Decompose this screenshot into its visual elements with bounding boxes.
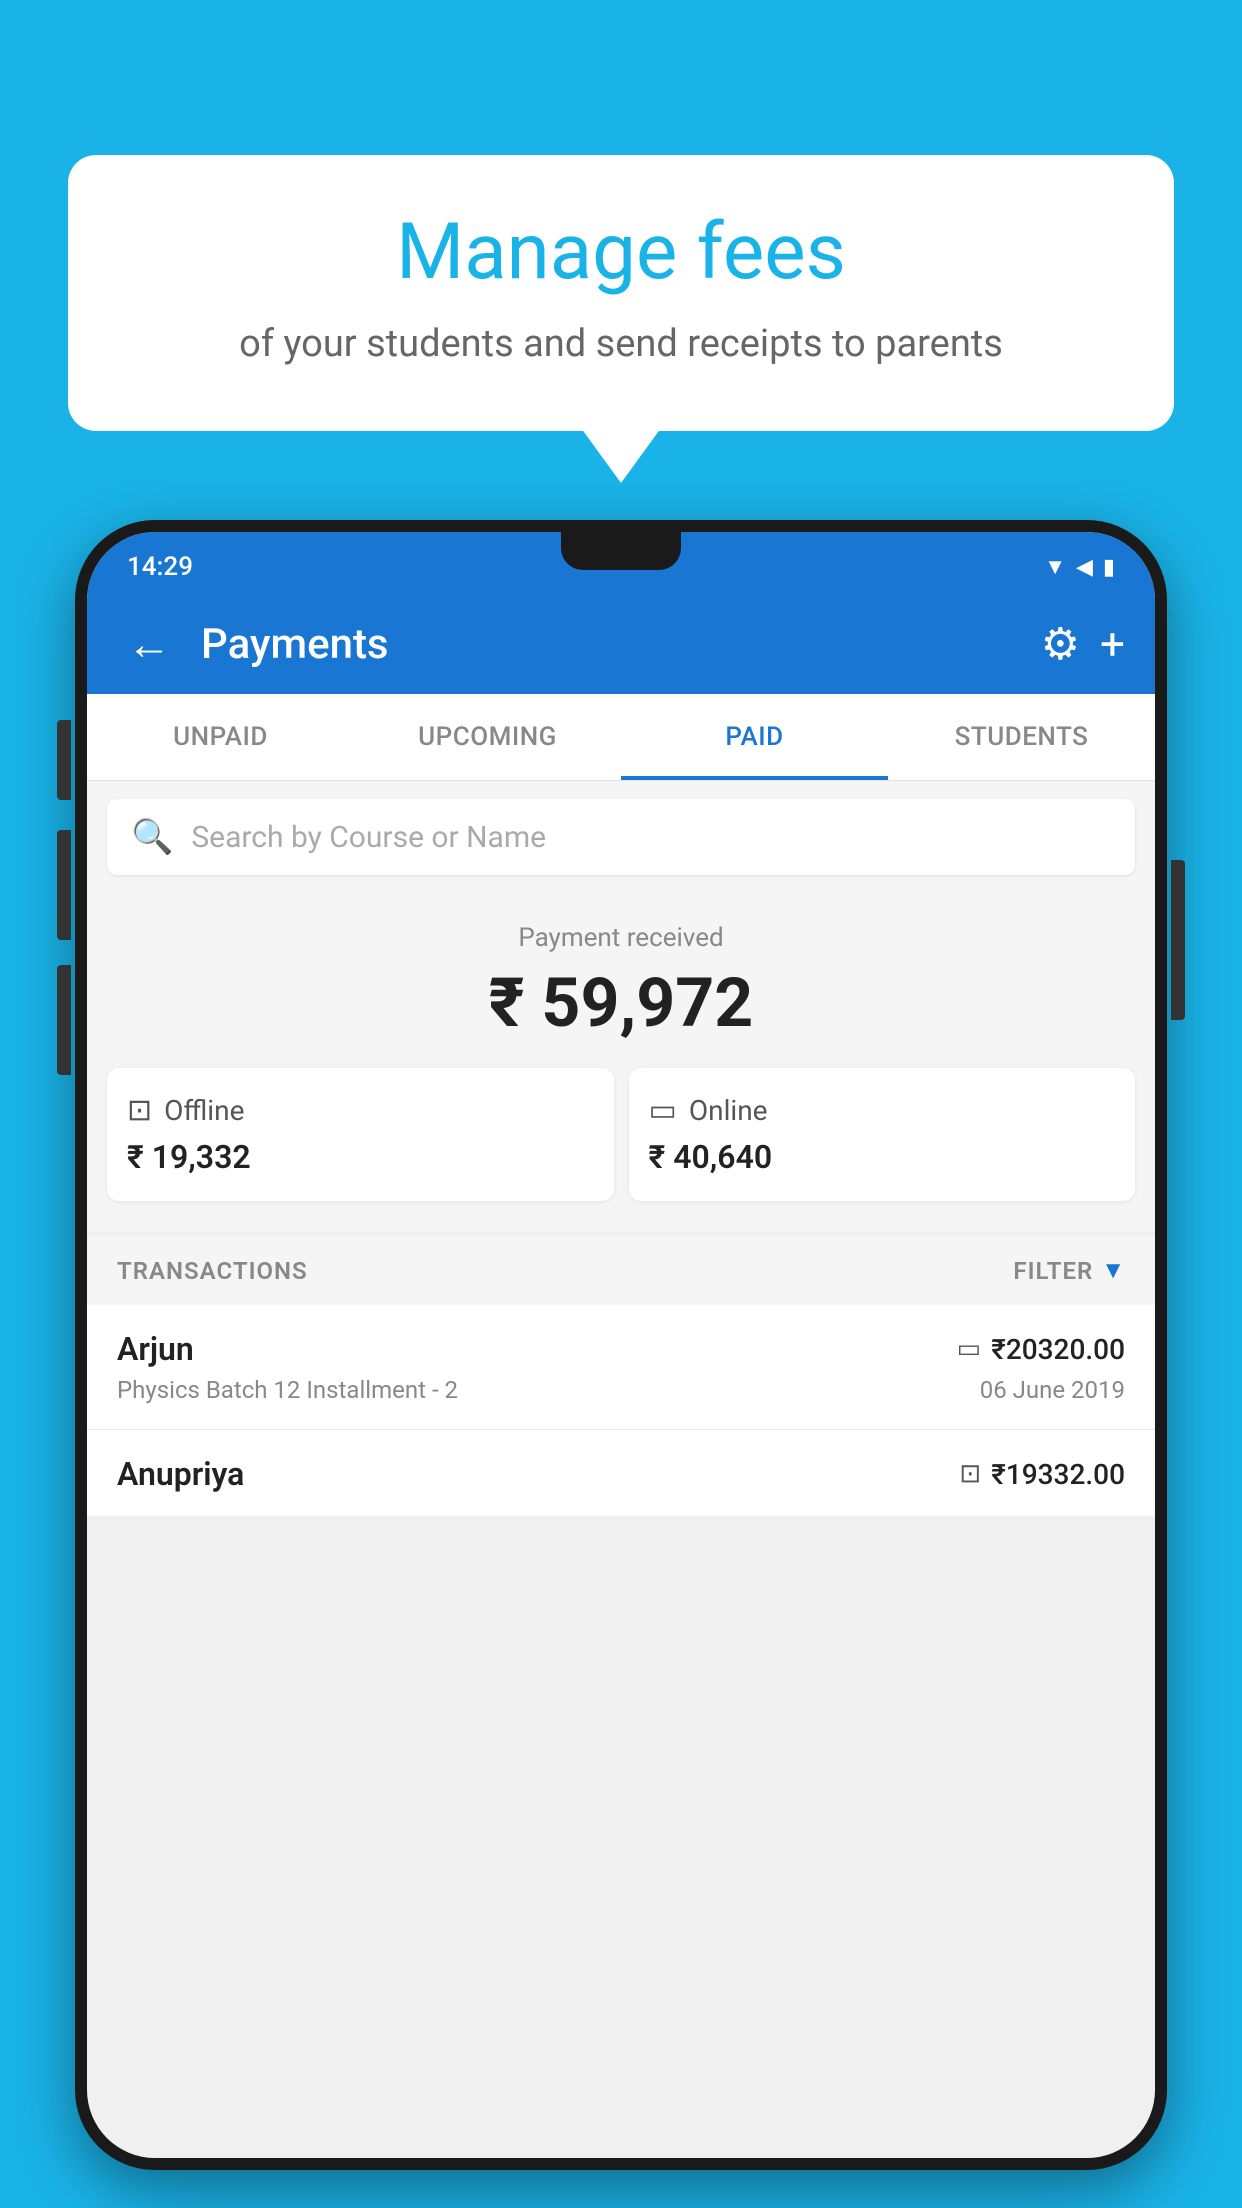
- signal-icon: ◀: [1076, 555, 1093, 580]
- payment-received-label: Payment received: [107, 923, 1135, 953]
- transaction-date-arjun: 06 June 2019: [980, 1376, 1125, 1404]
- online-label: Online: [689, 1094, 768, 1127]
- online-icon: ▭: [649, 1093, 677, 1128]
- transaction-detail-arjun: Physics Batch 12 Installment - 2: [117, 1376, 458, 1404]
- transaction-bottom-arjun: Physics Batch 12 Installment - 2 06 June…: [117, 1376, 1125, 1404]
- volume-up-button: [57, 830, 71, 940]
- wifi-icon: ▼: [1044, 554, 1066, 580]
- offline-label: Offline: [164, 1094, 244, 1127]
- search-icon: 🔍: [131, 817, 173, 857]
- speech-bubble: Manage fees of your students and send re…: [68, 155, 1174, 431]
- transactions-label: TRANSACTIONS: [117, 1257, 308, 1285]
- settings-icon[interactable]: ⚙: [1041, 618, 1080, 670]
- filter-container[interactable]: FILTER ▼: [1013, 1256, 1125, 1285]
- payment-total-amount: ₹ 59,972: [107, 963, 1135, 1043]
- transaction-online-icon-arjun: ▭: [957, 1334, 982, 1364]
- battery-icon: ▮: [1103, 555, 1115, 580]
- transaction-top-arjun: Arjun ▭ ₹20320.00: [117, 1330, 1125, 1368]
- transaction-name-anupriya: Anupriya: [117, 1455, 244, 1493]
- transaction-amount-wrap-anupriya: ⊡ ₹19332.00: [959, 1458, 1125, 1491]
- transaction-amount-anupriya: ₹19332.00: [991, 1458, 1125, 1491]
- payment-summary: Payment received ₹ 59,972 ⊡ Offline ₹ 19…: [87, 893, 1155, 1231]
- app-bar-actions: ⚙ +: [1041, 618, 1125, 670]
- transaction-row-anupriya[interactable]: Anupriya ⊡ ₹19332.00: [87, 1430, 1155, 1516]
- app-bar-title: Payments: [201, 620, 1021, 669]
- speech-bubble-title: Manage fees: [128, 210, 1114, 296]
- back-button[interactable]: ←: [117, 608, 181, 680]
- offline-card: ⊡ Offline ₹ 19,332: [107, 1068, 614, 1201]
- phone-outer: 14:29 ▼ ◀ ▮ ← Payments ⚙ +: [75, 520, 1167, 2170]
- search-container: 🔍 Search by Course or Name: [87, 781, 1155, 893]
- phone-screen: 14:29 ▼ ◀ ▮ ← Payments ⚙ +: [87, 532, 1155, 2158]
- power-button: [1171, 860, 1185, 1020]
- filter-label: FILTER: [1013, 1257, 1093, 1285]
- offline-icon: ⊡: [127, 1093, 152, 1128]
- transaction-top-anupriya: Anupriya ⊡ ₹19332.00: [117, 1455, 1125, 1493]
- online-amount: ₹ 40,640: [649, 1138, 1116, 1176]
- status-time: 14:29: [127, 552, 193, 582]
- tab-upcoming[interactable]: UPCOMING: [354, 694, 621, 780]
- online-card-header: ▭ Online: [649, 1093, 1116, 1128]
- transactions-header: TRANSACTIONS FILTER ▼: [87, 1236, 1155, 1305]
- payment-cards: ⊡ Offline ₹ 19,332 ▭ Online ₹ 40,640: [107, 1068, 1135, 1201]
- offline-amount: ₹ 19,332: [127, 1138, 594, 1176]
- app-bar: ← Payments ⚙ +: [87, 594, 1155, 694]
- online-card: ▭ Online ₹ 40,640: [629, 1068, 1136, 1201]
- search-bar[interactable]: 🔍 Search by Course or Name: [107, 799, 1135, 875]
- transaction-amount-wrap-arjun: ▭ ₹20320.00: [957, 1333, 1125, 1366]
- filter-icon: ▼: [1101, 1256, 1125, 1285]
- speech-bubble-subtitle: of your students and send receipts to pa…: [128, 318, 1114, 371]
- phone-notch: [561, 532, 681, 570]
- phone-container: 14:29 ▼ ◀ ▮ ← Payments ⚙ +: [75, 520, 1167, 2208]
- transaction-amount-arjun: ₹20320.00: [991, 1333, 1125, 1366]
- volume-down-button: [57, 965, 71, 1075]
- speech-bubble-container: Manage fees of your students and send re…: [68, 155, 1174, 431]
- tabs: UNPAID UPCOMING PAID STUDENTS: [87, 694, 1155, 781]
- offline-card-header: ⊡ Offline: [127, 1093, 594, 1128]
- transaction-row-arjun[interactable]: Arjun ▭ ₹20320.00 Physics Batch 12 Insta…: [87, 1305, 1155, 1430]
- tab-students[interactable]: STUDENTS: [888, 694, 1155, 780]
- add-icon[interactable]: +: [1100, 618, 1125, 670]
- transaction-name-arjun: Arjun: [117, 1330, 194, 1368]
- search-input[interactable]: Search by Course or Name: [191, 820, 546, 855]
- transaction-offline-icon-anupriya: ⊡: [959, 1459, 981, 1489]
- tab-unpaid[interactable]: UNPAID: [87, 694, 354, 780]
- tab-paid[interactable]: PAID: [621, 694, 888, 780]
- status-icons: ▼ ◀ ▮: [1044, 554, 1115, 580]
- background: Manage fees of your students and send re…: [0, 0, 1242, 2208]
